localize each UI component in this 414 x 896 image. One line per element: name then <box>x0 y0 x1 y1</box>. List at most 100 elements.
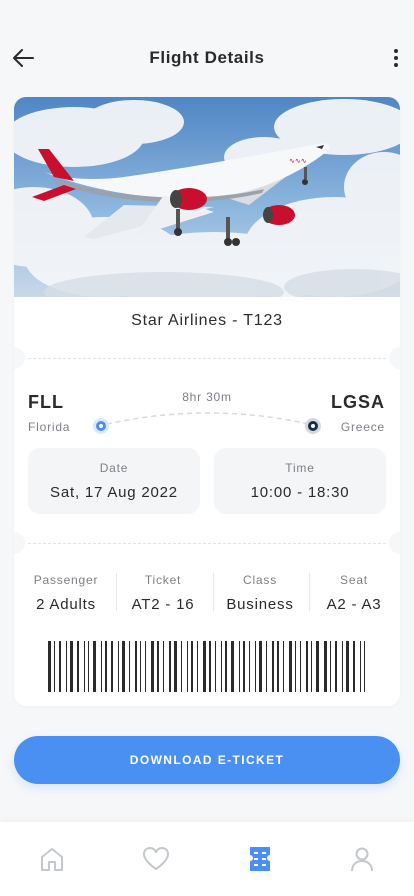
barcode-bar <box>335 641 337 692</box>
barcode-bar <box>324 641 327 692</box>
stat-label: Ticket <box>144 573 182 587</box>
barcode-bar <box>283 641 284 692</box>
profile-icon <box>351 847 373 872</box>
barcode-bar <box>191 641 193 692</box>
stat-value: Business <box>226 596 294 613</box>
tab-profile[interactable] <box>347 844 377 874</box>
barcode-bar <box>225 641 227 692</box>
barcode-bar <box>249 641 250 692</box>
barcode-bar <box>174 641 177 692</box>
barcode-bar <box>118 641 119 692</box>
ticket-notch-right-2 <box>389 532 400 554</box>
stat-value: 2 Adults <box>36 596 96 613</box>
tab-favorites[interactable] <box>141 844 171 874</box>
barcode-bar <box>77 641 79 692</box>
barcode-bar <box>311 641 312 692</box>
barcode-bar <box>140 641 141 692</box>
stat-label: Passenger <box>33 573 99 587</box>
barcode-bar <box>111 641 113 692</box>
stat-divider <box>116 573 117 611</box>
barcode-bar <box>295 641 296 692</box>
page-title: Flight Details <box>149 48 265 67</box>
barcode-bar <box>105 641 107 692</box>
stat-divider <box>213 573 214 611</box>
tab-tickets[interactable] <box>245 844 275 874</box>
barcode-bar <box>316 641 319 692</box>
barcode-bar <box>342 641 343 692</box>
date-label: Date <box>99 461 129 475</box>
ticket-notch-right <box>389 347 400 369</box>
barcode-bar <box>231 641 234 692</box>
ticket-divider <box>28 358 386 359</box>
barcode-bar <box>215 641 216 692</box>
destination-city: Greece <box>340 420 385 434</box>
barcode-bar <box>255 641 256 692</box>
barcode-bar <box>88 641 89 692</box>
barcode-bar <box>203 641 206 692</box>
time-label: Time <box>285 461 315 475</box>
stat-value: A2 - A3 <box>326 596 382 613</box>
barcode-bar <box>48 641 51 692</box>
barcode-bar <box>330 641 331 692</box>
ticket-divider-2 <box>28 543 386 544</box>
svg-text:∿∿∿: ∿∿∿ <box>289 158 307 165</box>
download-eticket-button[interactable]: DOWNLOAD E-TICKET <box>14 736 400 784</box>
barcode-bar <box>151 641 154 692</box>
barcode-bar <box>84 641 85 692</box>
time-value: 10:00 - 18:30 <box>250 484 350 501</box>
barcode-bar <box>289 641 292 692</box>
barcode-bar <box>364 641 365 692</box>
barcode-bar <box>169 641 171 692</box>
stat-label: Class <box>242 573 277 587</box>
route-arc <box>97 412 319 427</box>
destination-code: LGSA <box>330 392 385 412</box>
stat-label: Seat <box>340 573 368 587</box>
ticket-stat: Ticket AT2 - 16 <box>121 573 205 613</box>
barcode-bar <box>70 641 73 692</box>
barcode-bar <box>306 641 308 692</box>
home-icon <box>41 848 63 871</box>
barcode-bar <box>157 641 159 692</box>
barcode <box>48 641 365 692</box>
barcode-bar <box>122 641 125 692</box>
seat-stat: Seat A2 - A3 <box>313 573 395 613</box>
barcode-bar <box>66 641 67 692</box>
barcode-bar <box>277 641 279 692</box>
origin-dot-icon <box>93 418 109 434</box>
heart-icon <box>143 847 169 870</box>
barcode-bar <box>243 641 245 692</box>
barcode-bar <box>346 641 349 692</box>
passenger-stat: Passenger 2 Adults <box>24 573 108 613</box>
airline-name: Star Airlines - T123 <box>131 312 283 329</box>
barcode-bar <box>259 641 262 692</box>
barcode-bar <box>187 641 188 692</box>
stat-value: AT2 - 16 <box>131 596 195 613</box>
barcode-bar <box>197 641 198 692</box>
ticket-icon <box>250 847 270 871</box>
airplane-photo: ∿∿∿ <box>14 97 400 297</box>
barcode-bar <box>54 641 55 692</box>
origin-city: Florida <box>28 420 71 434</box>
bottom-tab-bar <box>0 822 414 896</box>
barcode-bar <box>353 641 355 692</box>
barcode-bar <box>163 641 164 692</box>
barcode-bar <box>101 641 102 692</box>
barcode-bar <box>59 641 61 692</box>
ticket-card: ∿∿∿ Star Airlines - T123 FLL Florida 8hr… <box>14 97 400 706</box>
barcode-bar <box>221 641 222 692</box>
barcode-bar <box>266 641 267 692</box>
barcode-bar <box>239 641 240 692</box>
time-box: Time 10:00 - 18:30 <box>214 448 386 514</box>
barcode-bar <box>135 641 137 692</box>
ticket-details: Passenger 2 Adults Ticket AT2 - 16 Class… <box>14 573 400 613</box>
barcode-bar <box>93 641 96 692</box>
barcode-bar <box>300 641 301 692</box>
ticket-notch-left-2 <box>14 532 25 554</box>
more-menu-button[interactable] <box>386 44 406 72</box>
stat-divider <box>309 573 310 611</box>
tab-home[interactable] <box>37 844 67 874</box>
more-vertical-icon <box>394 49 398 67</box>
destination-dot-icon <box>305 418 321 434</box>
barcode-bar <box>181 641 182 692</box>
barcode-bar <box>272 641 274 692</box>
